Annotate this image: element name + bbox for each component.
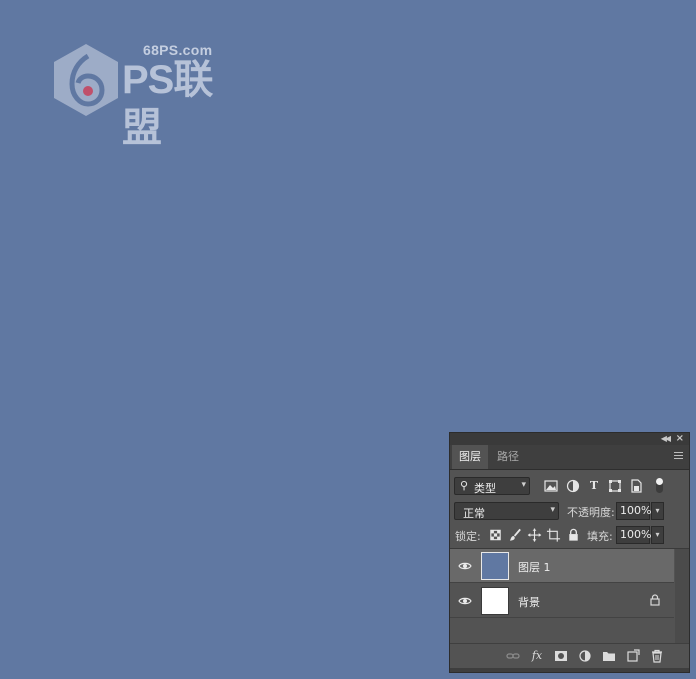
shape-filter-icon[interactable] bbox=[607, 478, 623, 494]
panel-footer: fx bbox=[450, 643, 689, 668]
fx-icon[interactable]: fx bbox=[530, 649, 544, 663]
filter-kind-select[interactable]: ⚲ 类型 ▾ bbox=[454, 477, 530, 495]
watermark-logo: 68PS.com PS联盟 bbox=[48, 42, 233, 150]
panel-title-bar: ◀◀ × bbox=[450, 433, 689, 445]
collapse-panel-icon[interactable]: ◀◀ bbox=[661, 433, 671, 445]
smart-object-filter-icon[interactable] bbox=[628, 478, 644, 494]
layer-row[interactable]: 图层 1 bbox=[450, 549, 674, 583]
new-layer-icon[interactable] bbox=[626, 649, 640, 663]
blend-mode-value: 正常 bbox=[463, 507, 485, 520]
layer-row[interactable]: 背景 bbox=[450, 584, 674, 618]
watermark-brand: PS联盟 bbox=[122, 58, 213, 150]
lock-fill-row: 锁定: 填充: 100% ▾ bbox=[450, 525, 689, 547]
filter-kind-label: 类型 bbox=[474, 482, 496, 495]
lock-label: 锁定: bbox=[455, 530, 481, 543]
opacity-label: 不透明度: bbox=[567, 506, 615, 519]
layer-thumbnail[interactable] bbox=[481, 587, 509, 615]
panel-bottom-strip bbox=[450, 668, 689, 672]
lock-position-icon[interactable] bbox=[527, 527, 542, 543]
lock-image-icon[interactable] bbox=[508, 527, 523, 543]
layer-name[interactable]: 背景 bbox=[518, 594, 540, 610]
layers-panel: ◀◀ × 图层 路径 ⚲ 类型 ▾ T 正常 ▾ 不透明度: 100% ▾ 锁定… bbox=[449, 432, 690, 673]
panel-menu-icon[interactable] bbox=[674, 452, 683, 460]
blend-opacity-row: 正常 ▾ 不透明度: 100% ▾ bbox=[450, 501, 689, 523]
visibility-eye-icon[interactable] bbox=[458, 559, 472, 573]
image-filter-icon[interactable] bbox=[543, 478, 559, 494]
fill-label: 填充: bbox=[587, 530, 613, 543]
visibility-eye-icon[interactable] bbox=[458, 594, 472, 608]
layer-name[interactable]: 图层 1 bbox=[518, 559, 551, 575]
opacity-input[interactable]: 100% bbox=[616, 502, 651, 520]
lock-transparent-icon[interactable] bbox=[488, 527, 503, 543]
tab-layers[interactable]: 图层 bbox=[452, 445, 488, 469]
lock-artboard-icon[interactable] bbox=[546, 527, 561, 543]
blend-mode-select[interactable]: 正常 ▾ bbox=[454, 502, 559, 520]
layer-filter-row: ⚲ 类型 ▾ T bbox=[450, 476, 689, 498]
close-panel-icon[interactable]: × bbox=[676, 433, 684, 445]
chevron-down-icon: ▾ bbox=[550, 505, 555, 515]
type-filter-icon[interactable]: T bbox=[586, 478, 602, 494]
lock-all-icon[interactable] bbox=[566, 527, 581, 543]
new-group-icon[interactable] bbox=[602, 649, 616, 663]
delete-layer-icon[interactable] bbox=[650, 649, 664, 663]
search-icon: ⚲ bbox=[460, 479, 469, 492]
ps-logo-icon bbox=[54, 44, 118, 116]
chevron-down-icon: ▾ bbox=[521, 480, 526, 490]
fill-dropdown[interactable]: ▾ bbox=[651, 526, 664, 544]
layer-thumbnail[interactable] bbox=[481, 552, 509, 580]
filter-toggle[interactable] bbox=[656, 478, 663, 493]
layer-lock-icon bbox=[650, 594, 660, 606]
adjustment-layer-icon[interactable] bbox=[578, 649, 592, 663]
add-mask-icon[interactable] bbox=[554, 649, 568, 663]
fill-input[interactable]: 100% bbox=[616, 526, 651, 544]
panel-tab-bar: 图层 路径 bbox=[450, 445, 689, 470]
link-layers-icon[interactable] bbox=[506, 649, 520, 663]
tab-paths[interactable]: 路径 bbox=[490, 445, 526, 469]
layers-scrollbar[interactable] bbox=[675, 549, 689, 643]
opacity-dropdown[interactable]: ▾ bbox=[651, 502, 664, 520]
adjustment-filter-icon[interactable] bbox=[565, 478, 581, 494]
